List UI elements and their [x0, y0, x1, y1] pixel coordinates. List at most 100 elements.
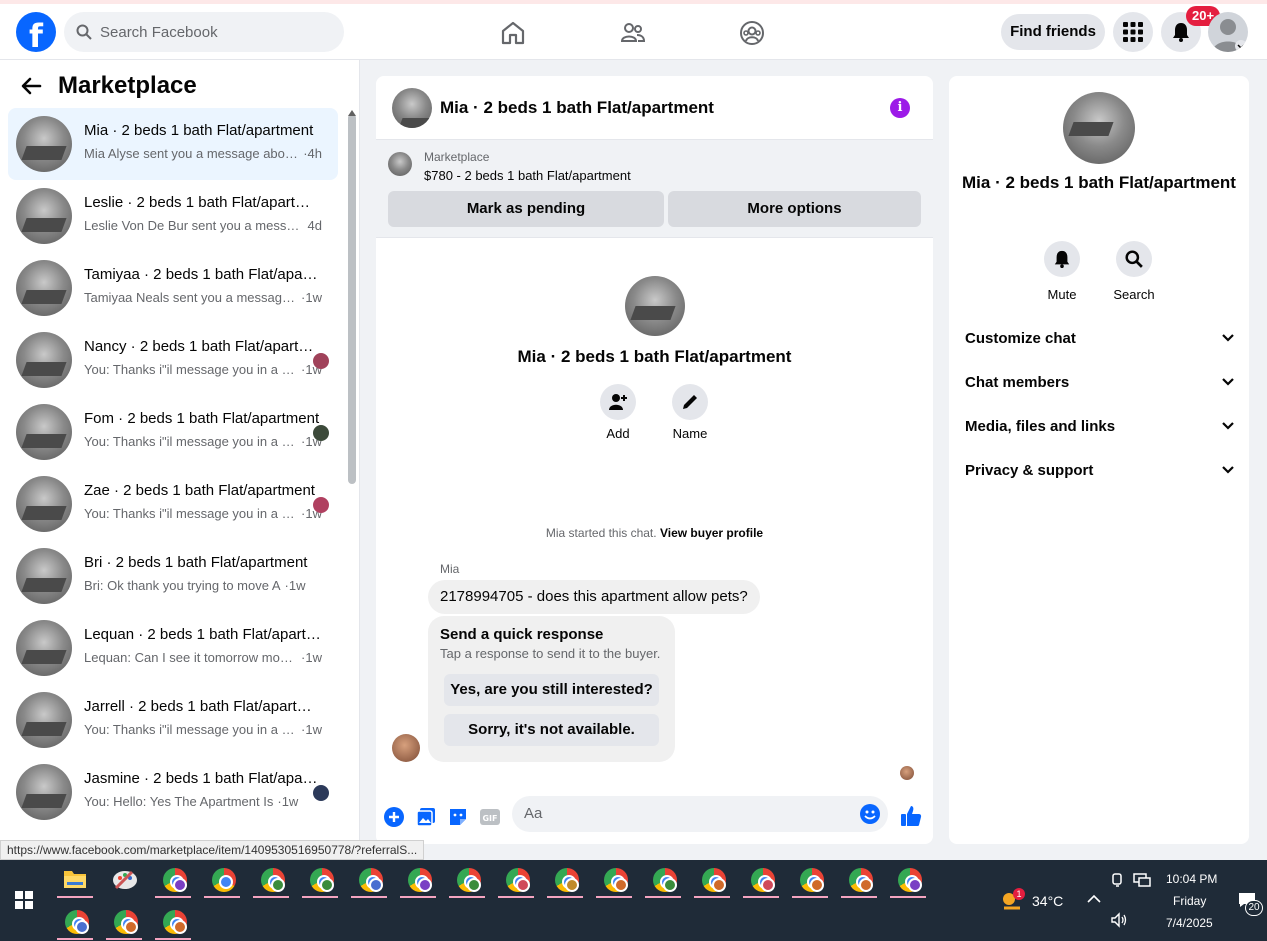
- name-chat-button[interactable]: [672, 384, 708, 420]
- mute-action[interactable]: Mute: [1032, 241, 1092, 302]
- conversation-item[interactable]: Jarrell · 2 beds 1 bath Flat/apartment Yo…: [8, 684, 338, 756]
- search-chat-button[interactable]: [1116, 241, 1152, 277]
- chrome-taskbar-icon[interactable]: [643, 860, 683, 898]
- photo-icon[interactable]: [415, 806, 437, 828]
- app-running-indicator: [547, 896, 583, 898]
- app-running-indicator: [400, 896, 436, 898]
- find-friends-button[interactable]: Find friends: [1001, 14, 1105, 50]
- conversation-item[interactable]: Fom · 2 beds 1 bath Flat/apartment You: T…: [8, 396, 338, 468]
- scroll-up-icon[interactable]: [348, 110, 356, 116]
- sticker-icon[interactable]: [447, 806, 469, 828]
- profile-badge: [124, 920, 138, 934]
- chat-started-notice: Mia started this chat. View buyer profil…: [545, 526, 764, 540]
- chrome-taskbar-icon[interactable]: [300, 860, 340, 898]
- chrome-taskbar-icon[interactable]: [104, 902, 144, 940]
- chrome-taskbar-icon[interactable]: [594, 860, 634, 898]
- add-people-action[interactable]: Add: [600, 384, 636, 441]
- network-icon[interactable]: [1133, 872, 1151, 888]
- message-bubble[interactable]: 2178994705 - does this apartment allow p…: [428, 580, 760, 614]
- mute-button[interactable]: [1044, 241, 1080, 277]
- notification-count-badge: 20: [1245, 900, 1263, 916]
- home-icon[interactable]: [500, 20, 526, 46]
- view-buyer-profile-link[interactable]: View buyer profile: [660, 526, 763, 540]
- mute-label: Mute: [1047, 287, 1077, 302]
- add-person-button[interactable]: [600, 384, 636, 420]
- conversation-item[interactable]: Nancy · 2 beds 1 bath Flat/apartment You:…: [8, 324, 338, 396]
- details-section-1[interactable]: Customize chat: [965, 318, 1235, 358]
- volume-icon[interactable]: [1110, 912, 1128, 928]
- message-composer: GIF Aa: [376, 792, 933, 844]
- search-action[interactable]: Search: [1104, 241, 1164, 302]
- conversation-snippet: You: Hello: Yes The Apartment Is ·1w: [84, 794, 322, 809]
- clock-time[interactable]: 10:04 PM: [1166, 872, 1217, 886]
- listing-price-title[interactable]: $780 - 2 beds 1 bath Flat/apartment: [424, 168, 631, 183]
- chrome-taskbar-icon[interactable]: [839, 860, 879, 898]
- sender-avatar[interactable]: [392, 734, 420, 762]
- chrome-taskbar-icon[interactable]: [888, 860, 928, 898]
- chrome-taskbar-icon[interactable]: [349, 860, 389, 898]
- listing-mini-thumbnail[interactable]: [388, 152, 412, 176]
- chat-title[interactable]: Mia · 2 beds 1 bath Flat/apartment: [440, 98, 714, 118]
- details-section-3[interactable]: Media, files and links: [965, 406, 1235, 446]
- conversation-snippet: Mia Alyse sent you a message about your …: [84, 146, 322, 161]
- message-input[interactable]: Aa: [512, 796, 888, 832]
- profile-badge: [320, 878, 334, 892]
- chrome-taskbar-icon[interactable]: [153, 902, 193, 940]
- friends-icon[interactable]: [620, 20, 646, 46]
- seen-avatar: [313, 425, 329, 441]
- chrome-taskbar-icon[interactable]: [202, 860, 242, 898]
- gif-icon[interactable]: GIF: [479, 806, 501, 828]
- groups-icon[interactable]: [739, 20, 765, 46]
- listing-thumbnail[interactable]: [392, 88, 432, 128]
- conversation-snippet: Tamiyaa Neals sent you a message about ·1…: [84, 290, 322, 305]
- marketplace-listing-bar: Marketplace $780 - 2 beds 1 bath Flat/ap…: [376, 140, 933, 238]
- search-facebook-input[interactable]: Search Facebook: [64, 12, 344, 52]
- name-chat-action[interactable]: Name: [672, 384, 708, 441]
- conversation-item[interactable]: Mia · 2 beds 1 bath Flat/apartment Mia Al…: [8, 108, 338, 180]
- chrome-taskbar-icon[interactable]: [153, 860, 193, 898]
- chrome-taskbar-icon[interactable]: [496, 860, 536, 898]
- clock-day[interactable]: Friday: [1173, 894, 1206, 908]
- chrome-taskbar-icon[interactable]: [447, 860, 487, 898]
- more-options-button[interactable]: More options: [668, 191, 921, 227]
- info-icon[interactable]: i: [890, 98, 910, 118]
- clock-date[interactable]: 7/4/2025: [1166, 916, 1213, 930]
- emoji-icon[interactable]: [860, 804, 880, 824]
- thumbs-up-icon[interactable]: [899, 804, 923, 828]
- meet-now-icon[interactable]: [1111, 872, 1125, 888]
- chrome-taskbar-icon[interactable]: [398, 860, 438, 898]
- plus-circle-icon[interactable]: [383, 806, 405, 828]
- grid-menu-icon: [1123, 22, 1143, 42]
- conversation-item[interactable]: Zae · 2 beds 1 bath Flat/apartment You: T…: [8, 468, 338, 540]
- windows-start-icon[interactable]: [15, 891, 33, 909]
- details-section-2[interactable]: Chat members: [965, 362, 1235, 402]
- snippet-text: Mia Alyse sent you a message about your …: [84, 146, 299, 161]
- details-section-4[interactable]: Privacy & support: [965, 450, 1235, 490]
- temperature[interactable]: 34°C: [1032, 893, 1063, 909]
- chrome-taskbar-icon[interactable]: [545, 860, 585, 898]
- conversation-item[interactable]: Lequan · 2 beds 1 bath Flat/apartment Leq…: [8, 612, 338, 684]
- chrome-taskbar-icon[interactable]: [741, 860, 781, 898]
- mark-as-pending-button[interactable]: Mark as pending: [388, 191, 664, 227]
- account-avatar[interactable]: [1208, 12, 1248, 52]
- search-label: Search: [1113, 287, 1155, 302]
- chevron-up-icon[interactable]: [1087, 894, 1101, 904]
- conversation-item[interactable]: Leslie · 2 beds 1 bath Flat/apartment Les…: [8, 180, 338, 252]
- quick-reply-interested-button[interactable]: Yes, are you still interested?: [444, 674, 659, 706]
- conversation-item[interactable]: Bri · 2 beds 1 bath Flat/apartment Bri: O…: [8, 540, 338, 612]
- back-arrow-icon[interactable]: [20, 75, 42, 97]
- chrome-taskbar-icon[interactable]: [251, 860, 291, 898]
- facebook-logo-icon[interactable]: f: [16, 12, 56, 52]
- file-explorer-icon[interactable]: [55, 860, 95, 898]
- paint-app-icon[interactable]: [104, 860, 144, 898]
- seen-avatar: [313, 497, 329, 513]
- conversation-item[interactable]: Tamiyaa · 2 beds 1 bath Flat/apartment Ta…: [8, 252, 338, 324]
- sidebar-scrollbar[interactable]: [348, 114, 356, 484]
- chrome-taskbar-icon[interactable]: [55, 902, 95, 940]
- quick-reply-not-available-button[interactable]: Sorry, it's not available.: [444, 714, 659, 746]
- menu-button[interactable]: [1113, 12, 1153, 52]
- chrome-taskbar-icon[interactable]: [692, 860, 732, 898]
- chrome-taskbar-icon[interactable]: [790, 860, 830, 898]
- profile-badge: [418, 878, 432, 892]
- conversation-item[interactable]: Jasmine · 2 beds 1 bath Flat/apartment Yo…: [8, 756, 338, 828]
